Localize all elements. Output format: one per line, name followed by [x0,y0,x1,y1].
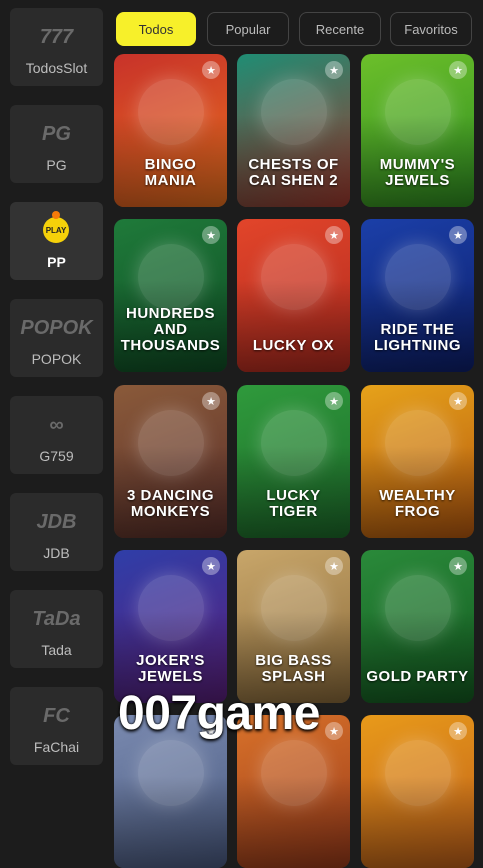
star-icon[interactable]: ★ [325,557,343,575]
game-card[interactable]: CHESTS OF CAI SHEN 2 ★ [237,54,350,207]
card-shade [114,776,227,868]
provider-pp[interactable]: PLAY PP [10,202,103,280]
jdb-logo: JDB [36,511,77,533]
star-icon[interactable]: ★ [325,392,343,410]
provider-label: FaChai [33,739,80,755]
star-icon[interactable]: ★ [449,392,467,410]
provider-g759[interactable]: ∞ G759 [10,396,103,474]
tab-todos[interactable]: Todos [116,12,196,46]
star-icon[interactable]: ★ [202,392,220,410]
provider-jdb[interactable]: JDB JDB [10,493,103,571]
star-icon[interactable]: ★ [325,61,343,79]
game-card[interactable]: JOKER'S JEWELS ★ [114,550,227,703]
provider-todosslot[interactable]: 777 TodosSlot [10,8,103,86]
star-icon[interactable]: ★ [325,226,343,244]
game-title: RIDE THE LIGHTNING [374,321,461,354]
star-icon[interactable]: ★ [202,61,220,79]
game-card[interactable]: ★ [361,715,474,868]
game-title: BIG BASS SPLASH [255,652,332,685]
game-card[interactable]: LUCKY OX ★ [237,219,350,372]
game-title: WEALTHY FROG [379,487,456,520]
game-card[interactable]: GOLD PARTY ★ [361,550,474,703]
card-shade [361,776,474,868]
provider-label: G759 [39,448,74,464]
popok-logo: POPOK [20,317,93,339]
provider-label: TodosSlot [25,60,88,76]
g759-logo: ∞ [49,414,64,436]
provider-pg[interactable]: PG PG [10,105,103,183]
star-icon[interactable]: ★ [325,722,343,740]
tab-recente[interactable]: Recente [299,12,381,46]
pragmatic-play-logo: PLAY [43,211,69,243]
slot-777-icon: 777 [39,26,74,48]
game-title: CHESTS OF CAI SHEN 2 [248,156,339,189]
star-icon[interactable]: ★ [449,61,467,79]
game-card[interactable]: LUCKY TIGER ★ [237,385,350,538]
game-card[interactable]: 3 DANCING MONKEYS ★ [114,385,227,538]
game-title: JOKER'S JEWELS [136,652,205,685]
game-title: BINGO MANIA [144,156,197,189]
game-card[interactable]: RIDE THE LIGHTNING ★ [361,219,474,372]
provider-label: Tada [41,642,72,658]
provider-label: PG [46,157,67,173]
star-icon[interactable]: ★ [449,226,467,244]
card-shade [237,776,350,868]
star-icon[interactable]: ★ [449,722,467,740]
provider-popok[interactable]: POPOK POPOK [10,299,103,377]
star-icon[interactable]: ★ [202,226,220,244]
game-card[interactable]: BINGO MANIA ★ [114,54,227,207]
provider-sidebar: 777 TodosSlot PG PG PLAY PP POPOK POPOK ∞ G759 JDB… [0,0,112,788]
game-card[interactable]: HUNDREDS AND THOUSANDS ★ [114,219,227,372]
card-shade [237,280,350,372]
game-title: MUMMY'S JEWELS [379,156,456,189]
tab-popular[interactable]: Popular [207,12,289,46]
pg-logo: PG [42,123,71,145]
game-title: HUNDREDS AND THOUSANDS [120,305,221,354]
provider-tada[interactable]: TaDa Tada [10,590,103,668]
game-card[interactable]: WEALTHY FROG ★ [361,385,474,538]
card-shade [361,611,474,703]
fachai-logo: FC [43,705,70,727]
game-card[interactable]: MUMMY'S JEWELS ★ [361,54,474,207]
game-title: LUCKY TIGER [266,487,321,520]
star-icon[interactable]: ★ [449,557,467,575]
provider-label: JDB [43,545,70,561]
provider-label: PP [47,254,66,270]
provider-fachai[interactable]: FC FaChai [10,687,103,765]
game-title: LUCKY OX [252,337,335,354]
game-title: GOLD PARTY [366,668,469,685]
watermark-text: 007game [118,687,320,740]
tab-favoritos[interactable]: Favoritos [390,12,472,46]
category-tabs: Todos Popular Recente Favoritos [116,12,483,46]
game-card[interactable]: BIG BASS SPLASH ★ [237,550,350,703]
star-icon[interactable]: ★ [202,557,220,575]
tada-logo: TaDa [32,608,81,630]
game-title: 3 DANCING MONKEYS [126,487,214,520]
provider-label: POPOK [31,351,82,367]
